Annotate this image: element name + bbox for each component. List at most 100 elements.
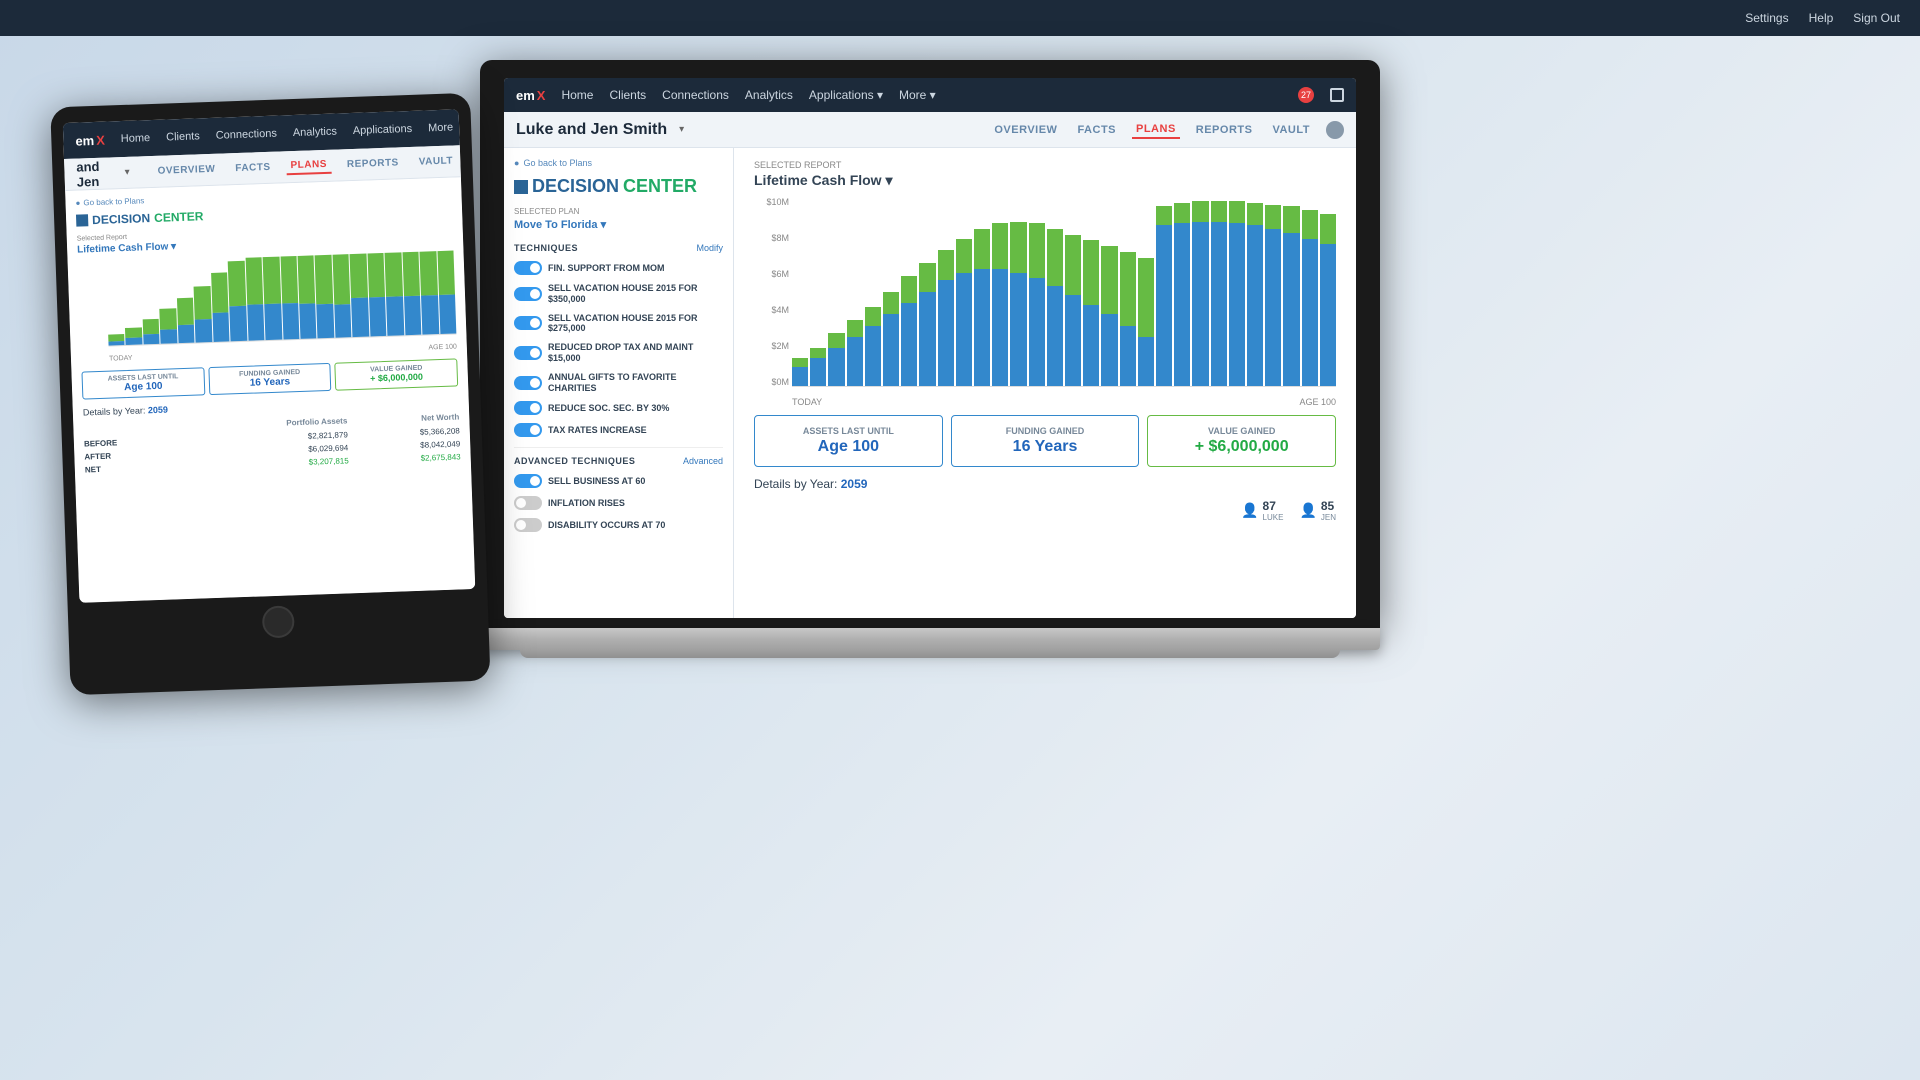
laptop-logo-em: em xyxy=(516,88,535,103)
laptop-nav-home[interactable]: Home xyxy=(561,88,593,102)
laptop-go-back[interactable]: ● Go back to Plans xyxy=(514,158,723,168)
technique-sell-vacation-275-label: SELL VACATION HOUSE 2015 FOR $275,000 xyxy=(548,313,723,335)
laptop-dc-icon xyxy=(514,180,528,194)
bar-group xyxy=(1156,197,1172,386)
laptop-right-panel: Selected Report Lifetime Cash Flow ▾ $10… xyxy=(734,148,1356,618)
bar-green xyxy=(810,348,826,357)
laptop-report-value[interactable]: Lifetime Cash Flow ▾ xyxy=(754,172,1336,189)
tablet-stat-value: VALUE GAINED + $6,000,000 xyxy=(335,358,459,390)
bar-group xyxy=(1229,197,1245,386)
tablet-tab-plans[interactable]: PLANS xyxy=(286,157,331,176)
person-age-luke: 87 xyxy=(1263,499,1284,513)
bar-group xyxy=(828,197,844,386)
stat-card-assets: ASSETS LAST UNTIL Age 100 xyxy=(754,415,943,467)
laptop-advanced-btn[interactable]: Advanced xyxy=(683,456,723,466)
bar-group xyxy=(1120,197,1136,386)
bar-green xyxy=(1247,203,1263,226)
technique-sell-vacation-275: SELL VACATION HOUSE 2015 FOR $275,000 xyxy=(514,313,723,335)
tablet-tab-facts[interactable]: FACTS xyxy=(231,160,275,177)
laptop-selected-plan[interactable]: Move To Florida ▾ xyxy=(514,218,723,231)
bar-group xyxy=(1138,197,1154,386)
stat-assets-label: ASSETS LAST UNTIL xyxy=(765,426,932,436)
bar-group xyxy=(792,197,808,386)
bar-group xyxy=(865,197,881,386)
laptop-tab-overview[interactable]: OVERVIEW xyxy=(990,122,1061,138)
technique-reduce-soc: REDUCE SOC. SEC. BY 30% xyxy=(514,401,723,415)
laptop-advanced-header: ADVANCED TECHNIQUES Advanced xyxy=(514,447,723,466)
tablet-nav-applications[interactable]: Applications xyxy=(353,123,413,137)
tablet-tab-reports[interactable]: REPORTS xyxy=(343,155,403,172)
laptop-tab-vault[interactable]: VAULT xyxy=(1268,122,1314,138)
stat-card-value: VALUE GAINED + $6,000,000 xyxy=(1147,415,1336,467)
tablet-nav-connections[interactable]: Connections xyxy=(216,128,278,142)
y-label-6m: $6M xyxy=(754,269,789,279)
laptop-nav-analytics[interactable]: Analytics xyxy=(745,88,793,102)
tablet-tab-overview[interactable]: OVERVIEW xyxy=(153,162,219,179)
tablet-tab-vault[interactable]: VAULT xyxy=(414,153,457,169)
toggle-disability[interactable] xyxy=(514,518,542,532)
toggle-annual-gifts[interactable] xyxy=(514,376,542,390)
laptop-tab-reports[interactable]: REPORTS xyxy=(1192,122,1257,138)
laptop-modify-btn[interactable]: Modify xyxy=(696,243,723,253)
toggle-inflation[interactable] xyxy=(514,496,542,510)
bar-group xyxy=(883,197,899,386)
toggle-sell-vacation-275[interactable] xyxy=(514,316,542,330)
laptop-tab-facts[interactable]: FACTS xyxy=(1073,122,1120,138)
scene: emX Home Clients Connections Analytics A… xyxy=(0,0,1920,1080)
tablet-bezel: emX Home Clients Connections Analytics A… xyxy=(50,93,490,695)
laptop-logo-x: X xyxy=(537,88,546,103)
toggle-sell-business[interactable] xyxy=(514,474,542,488)
technique-annual-gifts: ANNUAL GIFTS TO FAVORITE CHARITIES xyxy=(514,372,723,394)
laptop-nav-clients[interactable]: Clients xyxy=(609,88,646,102)
stat-assets-value: Age 100 xyxy=(765,438,932,456)
tablet-home-button[interactable] xyxy=(262,605,295,638)
bar-blue xyxy=(1320,244,1336,386)
toggle-fin-support[interactable] xyxy=(514,261,542,275)
person-icon-jen: 👤 xyxy=(1299,502,1316,519)
bar-group xyxy=(956,197,972,386)
laptop-selected-plan-label: Selected Plan xyxy=(514,207,723,216)
tablet-nav-clients[interactable]: Clients xyxy=(166,130,200,143)
laptop-nav-connections[interactable]: Connections xyxy=(662,88,729,102)
toggle-sell-vacation-350[interactable] xyxy=(514,287,542,301)
bar-group xyxy=(1047,197,1063,386)
bar-green xyxy=(1156,206,1172,225)
laptop-tab-plans[interactable]: PLANS xyxy=(1132,121,1180,139)
person-name-jen: JEN xyxy=(1321,513,1336,522)
bar-green xyxy=(865,307,881,326)
bar-blue xyxy=(1156,225,1172,386)
bar-green xyxy=(1120,252,1136,326)
bar-green xyxy=(1010,222,1026,273)
laptop-nav-applications[interactable]: Applications ▾ xyxy=(809,88,883,102)
toggle-reduced-drop-tax[interactable] xyxy=(514,346,542,360)
tablet-nav-more[interactable]: More xyxy=(428,121,453,134)
toggle-tax-rates[interactable] xyxy=(514,423,542,437)
toggle-reduce-soc[interactable] xyxy=(514,401,542,415)
laptop-nav-checkbox[interactable] xyxy=(1330,88,1344,102)
tablet-nav-analytics[interactable]: Analytics xyxy=(293,126,337,140)
tablet-client-arrow[interactable]: ▾ xyxy=(124,167,129,178)
laptop-nav-badge[interactable]: 27 xyxy=(1298,87,1314,103)
tablet-stat-assets: ASSETS LAST UNTIL Age 100 xyxy=(81,367,205,399)
person-name-luke: LUKE xyxy=(1263,513,1284,522)
bar-green xyxy=(1138,258,1154,337)
bar-group xyxy=(1265,197,1281,386)
bar-blue xyxy=(1247,225,1263,386)
laptop-client-name: Luke and Jen Smith xyxy=(516,121,667,139)
technique-fin-support: FIN. SUPPORT FROM MOM xyxy=(514,261,723,275)
bar-blue xyxy=(883,314,899,386)
tablet-nav-home[interactable]: Home xyxy=(121,132,151,145)
bar-green xyxy=(828,333,844,348)
bar-green xyxy=(1083,240,1099,304)
bar-green xyxy=(1229,201,1245,224)
laptop-client-arrow[interactable]: ▾ xyxy=(679,124,684,135)
bar-green xyxy=(1065,235,1081,295)
technique-disability-label: DISABILITY OCCURS AT 70 xyxy=(548,520,665,531)
bar-group xyxy=(1101,197,1117,386)
bar-blue xyxy=(828,348,844,386)
laptop-nav-more[interactable]: More ▾ xyxy=(899,88,936,102)
bar-group xyxy=(1010,197,1026,386)
laptop-base xyxy=(480,628,1380,650)
laptop-techniques-header: TECHNIQUES Modify xyxy=(514,243,723,253)
laptop-persons-row: 👤 87 LUKE 👤 85 JEN xyxy=(754,499,1336,522)
